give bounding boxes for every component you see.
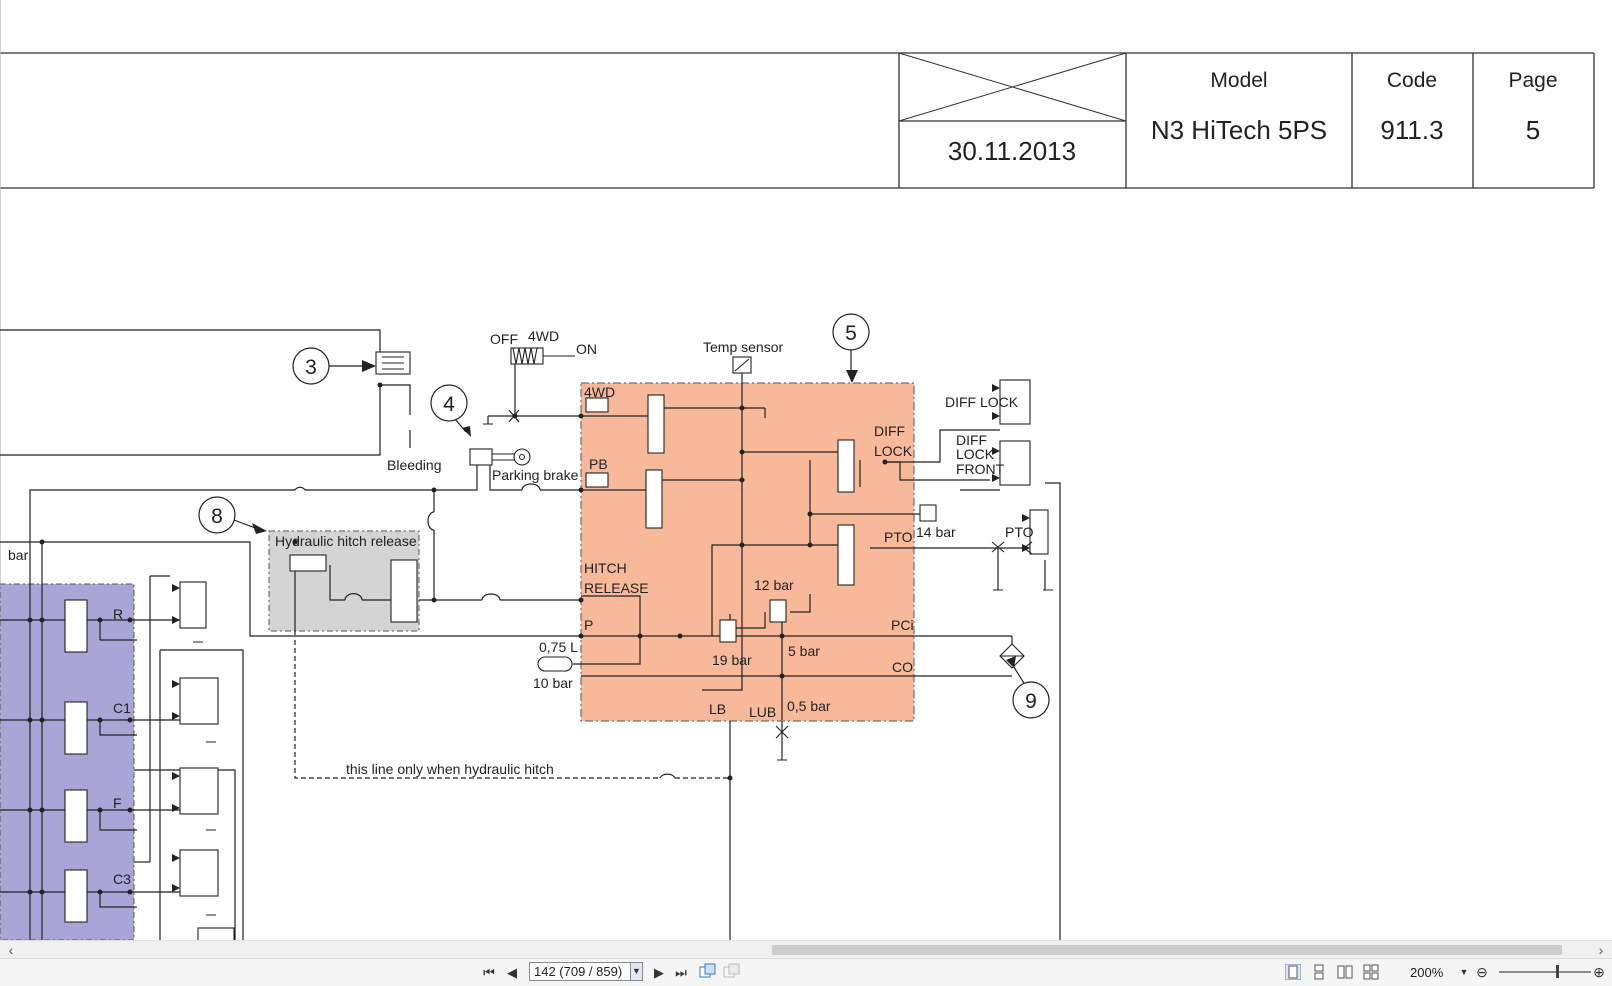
label-lock: LOCK [874,443,913,459]
title-code-header: Code [1387,69,1437,92]
scroll-right-icon[interactable]: › [1592,941,1610,959]
label-block-4wd: 4WD [584,384,615,400]
label-temp-sensor: Temp sensor [703,339,783,355]
title-page-value: 5 [1526,115,1540,145]
label-on: ON [576,341,597,357]
next-view-icon[interactable] [722,963,742,982]
label-release: RELEASE [584,580,649,596]
title-model-header: Model [1210,69,1267,92]
label-10-bar: 10 bar [533,675,573,691]
label-bleeding: Bleeding [387,457,442,473]
continuous-view-icon[interactable] [1311,964,1327,980]
label-0-5-bar: 0,5 bar [787,698,831,714]
label-lb: LB [709,701,726,717]
control-valve-block [580,382,915,722]
label-4wd-switch: 4WD [528,328,559,344]
label-hitch: HITCH [584,560,627,576]
page-number-field[interactable]: 142 (709 / 859) [529,962,641,981]
label-12-bar: 12 bar [754,577,794,593]
label-accumulator-volume: 0,75 L [539,639,578,655]
callout-8: 8 [211,505,223,528]
continuous-facing-view-icon[interactable] [1363,964,1379,980]
label-c3: C3 [113,871,131,887]
label-hydraulic-hitch-release: Hydraulic hitch release [275,533,417,549]
callout-5: 5 [845,322,857,345]
horizontal-scrollbar[interactable]: ‹ › [0,940,1612,959]
first-page-icon[interactable]: ⏮ [480,963,498,982]
callout-4: 4 [443,393,455,416]
label-r: R [113,606,123,622]
callout-3: 3 [305,356,317,379]
zoom-out-icon[interactable]: ⊖ [1474,963,1490,982]
label-pci: PCi [891,617,914,633]
label-diff-lock: DIFF LOCK [945,394,1019,410]
scrollbar-thumb[interactable] [772,945,1562,955]
previous-view-icon[interactable] [698,963,718,982]
label-p: P [584,617,593,633]
label-lock-front: LOCK [956,446,995,462]
facing-view-icon[interactable] [1337,964,1353,980]
last-page-icon[interactable]: ⏭ [672,963,690,982]
label-14-bar: 14 bar [916,524,956,540]
scroll-left-icon[interactable]: ‹ [2,941,20,959]
title-page-header: Page [1508,69,1557,92]
page-dropdown-icon[interactable]: ▼ [630,962,643,981]
label-hitch-note: this line only when hydraulic hitch [346,761,554,777]
single-page-view-icon[interactable] [1285,964,1301,980]
zoom-slider-thumb[interactable] [1556,965,1559,978]
label-19-bar: 19 bar [712,652,752,668]
title-date: 30.11.2013 [948,136,1076,166]
label-co: CO [892,659,913,675]
label-diff: DIFF [874,423,905,439]
label-pto-outer: PTO [1005,524,1034,540]
zoom-dropdown-icon[interactable]: ▼ [1458,963,1470,982]
schematic-drawing: 30.11.2013 Model N3 HiTech 5PS Code 911.… [0,0,1595,940]
next-page-icon[interactable]: ▶ [650,963,668,982]
zoom-in-icon[interactable]: ⊕ [1591,963,1607,982]
label-block-pb: PB [589,456,608,472]
label-5-bar: 5 bar [788,643,820,659]
document-viewport[interactable]: 30.11.2013 Model N3 HiTech 5PS Code 911.… [0,0,1612,940]
title-model-value: N3 HiTech 5PS [1151,115,1327,145]
callout-9: 9 [1025,690,1037,713]
label-lub: LUB [749,704,776,720]
title-code-value: 911.3 [1380,115,1443,145]
label-pto-inner: PTO [884,529,913,545]
label-bar-edge: bar [8,547,29,563]
label-parking-brake: Parking brake [492,467,579,483]
zoom-level[interactable]: 200% [1410,963,1443,982]
label-off: OFF [490,331,518,347]
label-c1: C1 [113,700,131,716]
prev-page-icon[interactable]: ◀ [503,963,521,982]
zoom-slider[interactable] [1499,971,1591,973]
label-f: F [113,795,122,811]
viewer-toolbar: ⏮ ◀ 142 (709 / 859) ▼ ▶ ⏭ 200% ▼ ⊖ ⊕ [0,958,1612,986]
label-front: FRONT [956,461,1005,477]
